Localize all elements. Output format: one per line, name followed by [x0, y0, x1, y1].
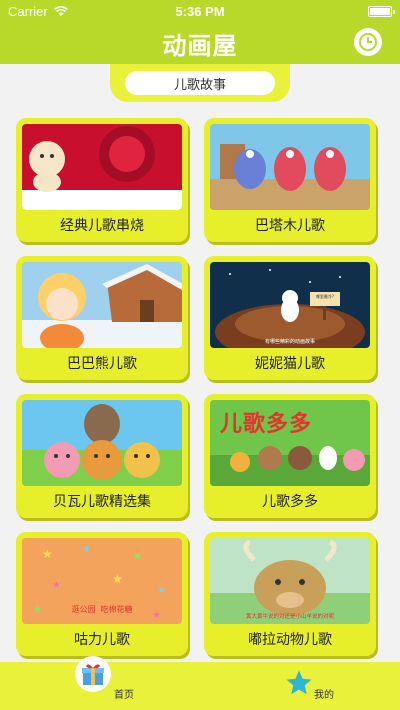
svg-text:★: ★	[112, 572, 123, 586]
video-card[interactable]: 经典儿歌串烧	[16, 118, 188, 242]
video-thumbnail: 哪里最冷? 有哪些精彩的动画故事	[210, 262, 370, 348]
history-button[interactable]	[354, 28, 382, 56]
clock-icon	[359, 33, 377, 51]
status-bar: Carrier 5:36 PM	[0, 0, 400, 22]
video-card[interactable]: 黄大黄牛说的对还是小山羊说的对呢 嘟拉动物儿歌	[204, 532, 376, 656]
video-title: 咕力儿歌	[74, 632, 130, 648]
svg-text:★: ★	[52, 580, 61, 591]
tab-mine[interactable]: 我的	[200, 662, 400, 710]
video-card[interactable]: ★ ★ ★ ★ ★ ★ ★ ★ 逛公园 吃棉花糖 咕力儿歌	[16, 532, 188, 656]
status-left: Carrier	[8, 4, 68, 19]
category-label[interactable]: 儿歌故事	[125, 71, 275, 95]
svg-text:★: ★	[82, 544, 91, 555]
star-icon	[286, 670, 312, 695]
video-thumbnail: 黄大黄牛说的对还是小山羊说的对呢	[210, 538, 370, 624]
video-thumbnail	[22, 124, 182, 210]
category-selector[interactable]: 儿歌故事	[110, 64, 290, 102]
tab-home[interactable]: 首页	[0, 656, 200, 710]
video-title: 巴巴熊儿歌	[67, 356, 137, 372]
tab-label-mine: 我的	[314, 689, 334, 701]
tab-bar: 首页 我的	[0, 656, 400, 710]
wifi-icon	[53, 5, 68, 16]
gift-icon	[82, 664, 104, 685]
sign-text: 哪里最冷?	[315, 294, 335, 299]
video-title: 巴塔木儿歌	[255, 218, 325, 234]
video-thumbnail	[210, 124, 370, 210]
thumbnail-caption: 有哪些精彩的动画故事	[264, 339, 315, 345]
thumbnail-title: 儿歌多多	[220, 412, 313, 437]
nav-bar: 动画屋	[0, 22, 400, 64]
app-title: 动画屋	[162, 31, 238, 60]
thumbnail-caption: 黄大黄牛说的对还是小山羊说的对呢	[245, 614, 334, 620]
video-title: 贝瓦儿歌精选集	[53, 494, 151, 510]
video-title: 妮妮猫儿歌	[255, 356, 325, 372]
video-thumbnail	[22, 400, 182, 486]
carrier-label: Carrier	[8, 3, 48, 19]
video-thumbnail: 儿歌多多	[210, 400, 370, 486]
video-card[interactable]: 贝瓦儿歌精选集	[16, 394, 188, 518]
video-title: 嘟拉动物儿歌	[248, 632, 332, 648]
battery-icon	[368, 5, 395, 17]
tab-label-home: 首页	[114, 689, 134, 701]
video-thumbnail	[22, 262, 182, 348]
svg-text:★: ★	[132, 549, 143, 563]
video-thumbnail: ★ ★ ★ ★ ★ ★ ★ ★ 逛公园 吃棉花糖	[22, 538, 182, 624]
video-card[interactable]: 哪里最冷? 有哪些精彩的动画故事 妮妮猫儿歌	[204, 256, 376, 380]
video-card[interactable]: 儿歌多多 儿歌多多	[204, 394, 376, 518]
thumbnail-caption: 逛公园 吃棉花糖	[71, 605, 133, 614]
video-card[interactable]: 巴巴熊儿歌	[16, 256, 188, 380]
svg-text:★: ★	[42, 547, 53, 561]
video-card[interactable]: 巴塔木儿歌	[204, 118, 376, 242]
video-title: 儿歌多多	[262, 494, 318, 510]
svg-text:★: ★	[157, 585, 166, 596]
video-title: 经典儿歌串烧	[60, 218, 144, 234]
home-tab-button[interactable]	[75, 656, 111, 692]
